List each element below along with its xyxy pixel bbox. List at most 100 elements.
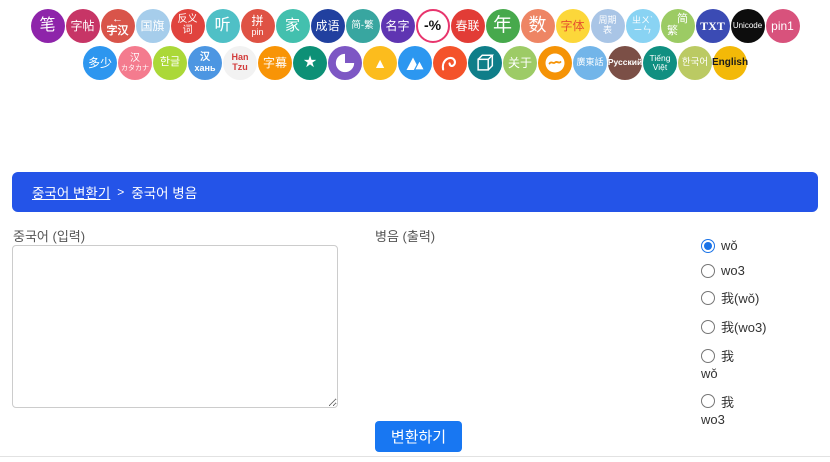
icon-nian-year[interactable]: 年 <box>486 9 520 43</box>
icon-cantonese[interactable]: 廣東話 <box>573 46 607 80</box>
icon-label: 廣東話 <box>576 58 603 68</box>
icon-jia-home[interactable]: 家 <box>276 9 310 43</box>
icon-label: pin <box>251 28 263 38</box>
icon-curve-icon[interactable] <box>433 46 467 80</box>
icon-russian[interactable]: Русский <box>608 46 642 80</box>
icon-jianfan-diag[interactable]: 简繁 <box>661 9 695 43</box>
pinyin-option-label: 我 <box>721 346 734 365</box>
pinyin-output-label: 병음 (출력) <box>375 226 435 245</box>
pinyin-option-label: wo3 <box>721 263 745 278</box>
pinyin-option-5[interactable]: 我 <box>701 346 767 365</box>
icon-label: TXT <box>700 20 725 33</box>
icon-zihan-arrow[interactable]: ←字汉 <box>101 9 135 43</box>
icon-zhuyin[interactable]: ㄓㄨˋㄧㄣ <box>626 9 660 43</box>
icon-chengyu[interactable]: 成语 <box>311 9 345 43</box>
pinyin-option-2[interactable]: wo3 <box>701 263 767 278</box>
icon-label: 字帖 <box>70 20 94 33</box>
icon-cube-icon[interactable] <box>468 46 502 80</box>
icon-txt[interactable]: TXT <box>696 9 730 43</box>
icon-pin1[interactable]: pin1 <box>766 9 800 43</box>
icon-label: -% <box>424 18 441 33</box>
icon-nav-row-1: 笔字帖←字汉国旗反义词听拼pin家成语简-繁名字-%春联年数字体周期表ㄓㄨˋㄧㄣ… <box>0 9 830 43</box>
icon-label: English <box>712 58 748 69</box>
pinyin-format-options: wǒwo3我(wǒ)我(wo3)我wǒ我wo3 <box>701 238 767 437</box>
icon-ting-listen[interactable]: 听 <box>206 9 240 43</box>
icon-fanyici[interactable]: 反义词 <box>171 9 205 43</box>
icon-jianfan-dash[interactable]: 简-繁 <box>346 9 380 43</box>
icon-label: 年 <box>493 16 512 37</box>
icon-english[interactable]: English <box>713 46 747 80</box>
icon-handshake-icon[interactable] <box>538 46 572 80</box>
icon-triangle-icon[interactable]: ▲ <box>363 46 397 80</box>
radio-unselected-icon[interactable] <box>701 264 715 278</box>
icon-label: 词 <box>183 26 193 37</box>
pinyin-option-3[interactable]: 我(wǒ) <box>701 288 767 307</box>
icon-mountains-icon[interactable] <box>398 46 432 80</box>
pinyin-option-label: 我 <box>721 392 734 411</box>
icon-label: 简 <box>677 14 688 26</box>
icon-label: 笔 <box>39 17 55 34</box>
icon-label: 家 <box>285 18 300 34</box>
icon-bi-stroke[interactable]: 笔 <box>31 9 65 43</box>
icon-guanyu-about[interactable]: 关于 <box>503 46 537 80</box>
icon-ziti-font[interactable]: 字体 <box>556 9 590 43</box>
pinyin-option-subline: wo3 <box>701 412 767 428</box>
icon-pie-icon[interactable] <box>328 46 362 80</box>
convert-button[interactable]: 변환하기 <box>375 421 462 452</box>
radio-selected-icon[interactable] <box>701 239 715 253</box>
icon-zhouqibiao[interactable]: 周期表 <box>591 9 625 43</box>
icon-label: 数 <box>529 16 547 35</box>
icon-mingzi[interactable]: 名字 <box>381 9 415 43</box>
icon-hangul[interactable]: 한글 <box>153 46 187 80</box>
icon-pin-pinyin[interactable]: 拼pin <box>241 9 275 43</box>
icon-label: 한글 <box>160 57 180 69</box>
pinyin-option-label: wǒ <box>721 238 738 253</box>
icon-star-icon[interactable]: ★ <box>293 46 327 80</box>
icon-label: 汉 <box>130 54 140 65</box>
icon-label: 表 <box>603 26 612 36</box>
icon-guoqi-flag[interactable]: 国旗 <box>136 9 170 43</box>
chinese-input-label: 중국어 (입력) <box>13 226 85 245</box>
icon-label: 关于 <box>508 57 532 70</box>
icon-label: 拼 <box>251 15 263 28</box>
breadcrumb-home-link[interactable]: 중국어 변환기 <box>32 182 110 202</box>
icon-shu-number[interactable]: 数 <box>521 9 555 43</box>
pinyin-option-1[interactable]: wǒ <box>701 238 767 253</box>
radio-unselected-icon[interactable] <box>701 320 715 334</box>
radio-unselected-icon[interactable] <box>701 291 715 305</box>
radio-unselected-icon[interactable] <box>701 394 715 408</box>
breadcrumb-separator: > <box>117 185 124 199</box>
chinese-input[interactable] <box>12 245 338 408</box>
icon-unicode[interactable]: Unicode <box>731 9 765 43</box>
icon-vietnamese[interactable]: TiếngViệt <box>643 46 677 80</box>
icon-percent[interactable]: -% <box>416 9 450 43</box>
icon-label: 春联 <box>455 20 479 33</box>
icon-han-katakana[interactable]: 汉カタカナ <box>118 46 152 80</box>
icon-label: カタカナ <box>121 65 149 73</box>
icon-label: Русский <box>608 58 642 67</box>
icon-han-tzu[interactable]: HanTzu <box>223 46 257 80</box>
icon-label: pin1 <box>771 20 794 33</box>
icon-chunlian[interactable]: 春联 <box>451 9 485 43</box>
pinyin-option-4[interactable]: 我(wo3) <box>701 317 767 336</box>
icon-label: 多少 <box>88 57 112 70</box>
icon-zitie[interactable]: 字帖 <box>66 9 100 43</box>
pinyin-option-6[interactable]: 我 <box>701 392 767 411</box>
icon-label: 한국어 <box>682 58 708 68</box>
icon-label: Việt <box>653 63 668 72</box>
icon-label: 国旗 <box>140 20 164 33</box>
breadcrumb: 중국어 변환기 > 중국어 병음 <box>12 172 818 212</box>
icon-label: 听 <box>214 17 230 34</box>
icon-label: 字幕 <box>263 57 287 70</box>
pinyin-option-label: 我(wǒ) <box>721 288 759 307</box>
icon-label: 繁 <box>667 26 678 38</box>
radio-unselected-icon[interactable] <box>701 349 715 363</box>
icon-zimu-subtitle[interactable]: 字幕 <box>258 46 292 80</box>
icon-han-xanj[interactable]: 汉хань <box>188 46 222 80</box>
icon-duoshao[interactable]: 多少 <box>83 46 117 80</box>
icon-label: 名字 <box>385 20 409 33</box>
icon-label: 字体 <box>560 20 584 33</box>
breadcrumb-current: 중국어 병음 <box>131 182 197 202</box>
icon-korean[interactable]: 한국어 <box>678 46 712 80</box>
icon-label: Unicode <box>733 22 762 31</box>
